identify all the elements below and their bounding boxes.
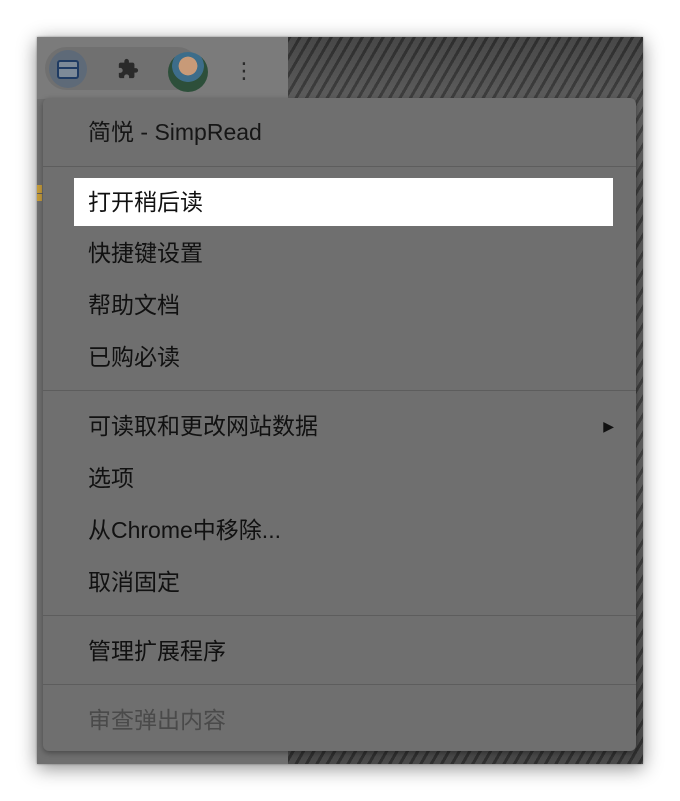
menu-item-options[interactable]: 选项 [43, 454, 636, 502]
menu-item-open-read-later[interactable]: 打开稍后读 [74, 178, 613, 226]
menu-separator [43, 166, 636, 167]
browser-toolbar: ⋮ [37, 37, 288, 99]
menu-item-inspect-popup: 审查弹出内容 [88, 707, 226, 733]
menu-title[interactable]: 简悦 - SimpRead [43, 108, 636, 156]
puzzle-glyph-icon [118, 58, 139, 79]
kebab-icon[interactable]: ⋮ [232, 54, 256, 88]
menu-item-unpin[interactable]: 取消固定 [43, 558, 636, 606]
simpread-reader-icon[interactable] [49, 50, 87, 88]
puzzle-icon[interactable] [109, 50, 147, 88]
menu-item-remove-from-chrome[interactable]: 从Chrome中移除... [43, 506, 636, 554]
menu-separator [43, 684, 636, 685]
extension-context-menu: 简悦 - SimpRead 打开稍后读 快捷键设置 帮助文档 已购必读 可读取和… [43, 98, 636, 751]
menu-item-manage-extensions[interactable]: 管理扩展程序 [43, 627, 636, 675]
screenshot-frame: ⋮ 简悦 - SimpRead 打开稍后读 快捷键设置 帮助文档 已购必读 可读… [37, 37, 643, 764]
menu-separator [43, 615, 636, 616]
menu-item-purchased-must-read[interactable]: 已购必读 [43, 333, 636, 381]
menu-separator [43, 390, 636, 391]
reader-glyph-icon [57, 59, 79, 79]
menu-item-shortcut-settings[interactable]: 快捷键设置 [43, 229, 636, 277]
menu-item-site-data-label: 可读取和更改网站数据 [88, 413, 318, 439]
menu-item-site-data[interactable]: 可读取和更改网站数据 ▶ [43, 402, 636, 450]
submenu-arrow-icon: ▶ [603, 418, 614, 434]
menu-item-help-docs[interactable]: 帮助文档 [43, 281, 636, 329]
profile-avatar[interactable] [168, 52, 208, 92]
